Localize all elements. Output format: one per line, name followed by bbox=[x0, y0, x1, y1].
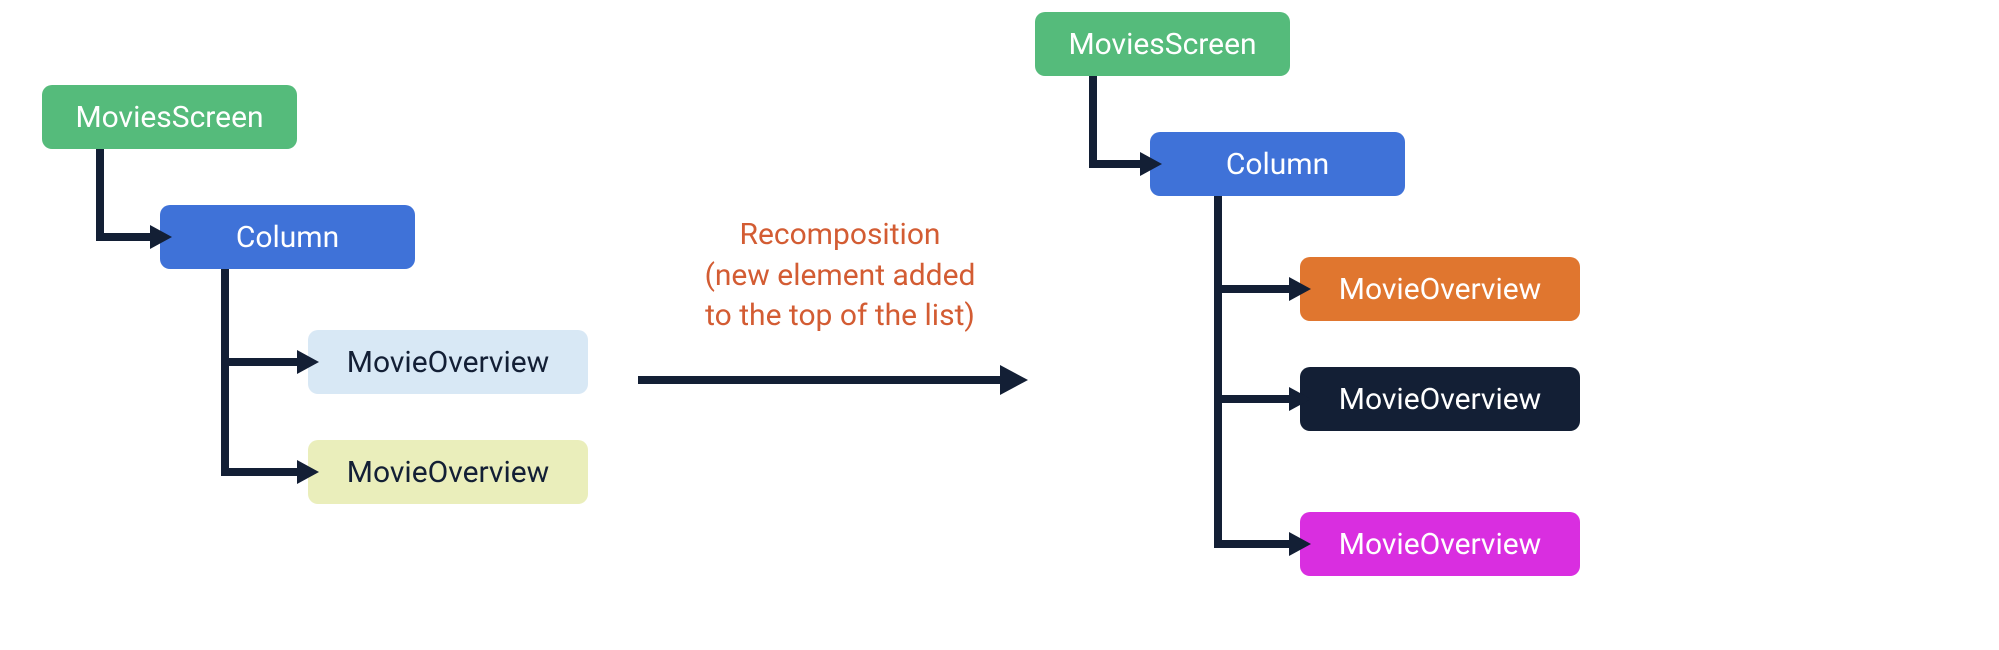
right-column-to-items-connector bbox=[0, 0, 1400, 650]
